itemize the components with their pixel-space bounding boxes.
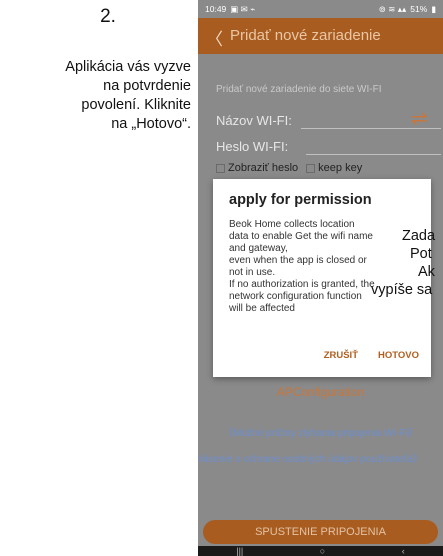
instruction-text: Aplikácia vás vyzve na potvrdenie povole… — [65, 59, 191, 132]
dialog-title: apply for permission — [229, 192, 372, 208]
dialog-actions: ZRUŠIŤ HOTOVO — [324, 350, 419, 361]
status-bar: 10:49 ▣ ✉ ⌁ ⊚ ≋ ▴▴ 51% ▮ — [198, 0, 443, 18]
permission-dialog: apply for permission Beok Home collects … — [213, 179, 431, 377]
failure-reasons-link[interactable]: 《Možné príčiny zlyhania pripojenia Wi-Fi… — [198, 424, 443, 439]
options-row: Zobraziť heslo keep key — [216, 162, 362, 174]
wifi-password-row[interactable]: Heslo WI-FI: — [216, 139, 441, 155]
checkbox-box[interactable] — [216, 163, 225, 173]
ap-configuration-link[interactable]: APConfiguration — [198, 385, 443, 399]
wifi-password-field[interactable] — [306, 154, 441, 155]
battery-icon: ▮ — [431, 3, 436, 14]
keep-key-label: keep key — [318, 162, 363, 174]
start-connection-button[interactable]: SPUSTENIE PRIPOJENIA — [203, 520, 438, 544]
wifi-name-row[interactable]: Názov WI-FI: — [216, 113, 441, 129]
wifi-name-label: Názov WI-FI: — [216, 113, 292, 128]
swap-arrows-icon[interactable]: ⇌ — [411, 106, 428, 131]
dialog-body: Beok Home collects location data to enab… — [229, 219, 375, 314]
show-password-label: Zobraziť heslo — [228, 162, 299, 174]
recent-apps-icon[interactable]: ||| — [236, 546, 243, 556]
page-title: Pridať nové zariadenie — [230, 27, 381, 44]
signal-icon: ⊚ ≋ ▴▴ — [378, 3, 407, 14]
status-time: 10:49 — [205, 4, 227, 14]
cancel-button[interactable]: ZRUŠIŤ — [324, 350, 358, 361]
privacy-notice-link[interactable]: 《Vyhlásenie o ochrane osobných údajov po… — [198, 450, 422, 465]
app-bar: 〈 Pridať nové zariadenie — [198, 18, 443, 54]
form-subtitle: Pridať nové zariadenie do siete WI-FI — [216, 84, 382, 95]
notification-icon: ▣ ✉ ⌁ — [230, 3, 256, 14]
show-password-checkbox[interactable]: Zobraziť heslo — [216, 162, 298, 174]
keep-key-checkbox[interactable]: keep key — [306, 162, 362, 174]
home-icon[interactable]: ○ — [320, 546, 325, 556]
back-icon[interactable]: ‹ — [402, 546, 405, 556]
done-button[interactable]: HOTOVO — [378, 350, 419, 361]
checkbox-box[interactable] — [306, 163, 316, 173]
battery-percent: 51% — [410, 4, 428, 14]
step-number: 2. — [100, 6, 116, 27]
back-chevron-icon[interactable]: 〈 — [206, 25, 223, 50]
navigation-bar: ||| ○ ‹ — [198, 546, 443, 556]
wifi-password-label: Heslo WI-FI: — [216, 139, 289, 154]
